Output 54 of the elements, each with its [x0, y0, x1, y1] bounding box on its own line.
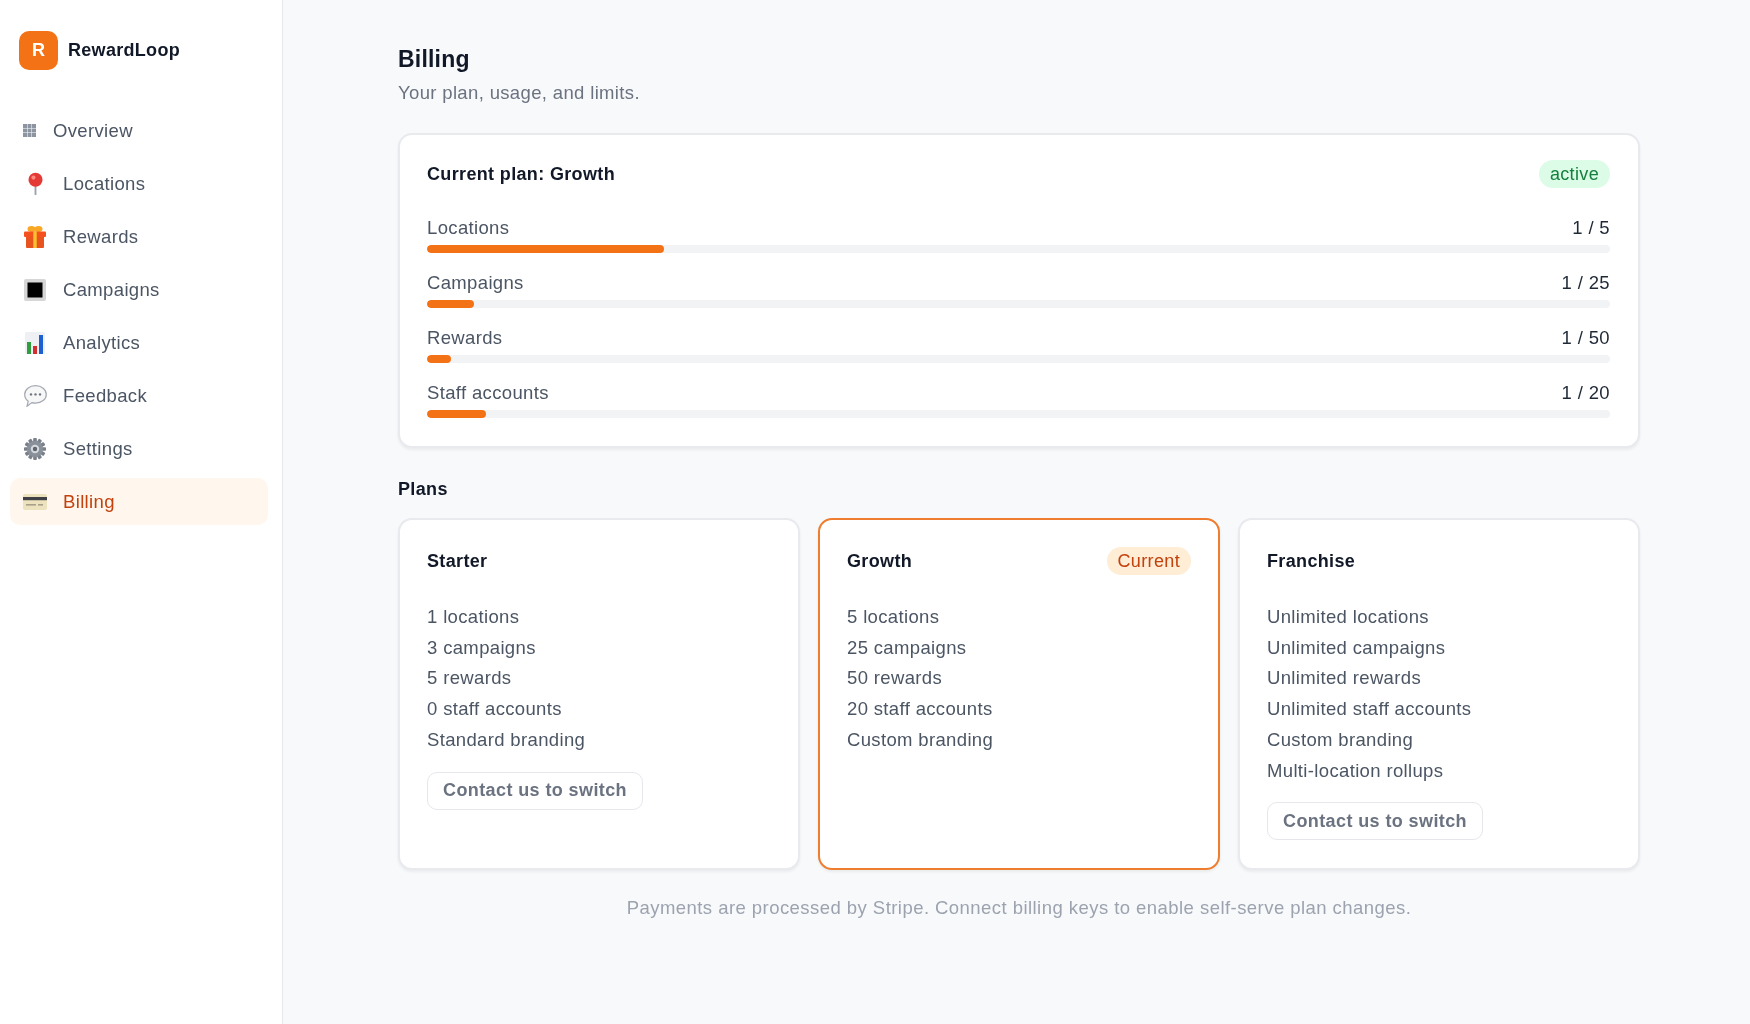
nav-item[interactable]: Overview [10, 107, 268, 154]
plan-name: Starter [427, 550, 488, 572]
usage-label: Locations [427, 216, 510, 240]
plan-feature: 50 rewards [847, 666, 942, 691]
plan-feature: 0 staff accounts [427, 697, 562, 722]
nav-item[interactable]: Locations [10, 160, 268, 207]
plan-feature: Multi-location rollups [1267, 758, 1444, 783]
current-badge: Current [1106, 547, 1191, 575]
usage-reading: 1 / 20 [1561, 381, 1610, 405]
pin-icon [27, 172, 43, 195]
plan-feature: Unlimited campaigns [1267, 635, 1446, 660]
page-title: Billing [398, 45, 470, 74]
contact-button[interactable]: Contact us to switch [1267, 802, 1483, 841]
usage-reading: 1 / 50 [1561, 326, 1610, 350]
plan-feature: Unlimited staff accounts [1267, 697, 1472, 722]
grid-icon [23, 124, 36, 137]
plan-feature: Custom branding [1267, 727, 1414, 752]
credit-card-icon [23, 493, 47, 510]
plan-feature: 3 campaigns [427, 635, 536, 660]
usage-reading: 1 / 5 [1572, 216, 1610, 240]
footer-note: Payments are processed by Stripe. Connect billing keys to enable self-serve plan changes. [626, 896, 1412, 921]
section-heading: Plans [398, 478, 448, 501]
nav-item[interactable]: Campaigns [10, 266, 268, 313]
plan-feature: 5 rewards [427, 666, 512, 691]
plan-name: Franchise [1267, 550, 1356, 572]
plan-feature: 1 locations [427, 605, 520, 629]
contact-button[interactable]: Contact us to switch [427, 771, 643, 810]
plan-feature: 25 campaigns [847, 635, 967, 660]
usage-label: Campaigns [427, 271, 524, 295]
gear-icon [24, 437, 46, 460]
speech-bubble-icon [23, 384, 47, 407]
card-title: Current plan: Growth [427, 163, 615, 185]
nav-item[interactable]: Rewards [10, 213, 268, 260]
plan-feature: Unlimited locations [1267, 605, 1429, 629]
nav-item[interactable]: Settings [10, 425, 268, 472]
page-subtitle: Your plan, usage, and limits. [398, 81, 640, 105]
bar-chart-icon [25, 331, 45, 354]
brand-name: RewardLoop [68, 40, 180, 61]
plan-name: Growth [847, 550, 913, 572]
square-icon [24, 278, 46, 301]
nav-item[interactable]: Billing [10, 478, 268, 525]
plan-feature: Custom branding [847, 727, 994, 752]
usage-label: Rewards [427, 326, 503, 350]
gift-icon [24, 225, 46, 248]
nav-item[interactable]: Feedback [10, 372, 268, 419]
status-badge: active [1538, 160, 1610, 188]
plan-feature: 5 locations [847, 605, 940, 629]
nav-item[interactable]: Analytics [10, 319, 268, 366]
plan-feature: 20 staff accounts [847, 697, 993, 722]
brand-logo: R [19, 31, 58, 70]
usage-label: Staff accounts [427, 381, 549, 405]
usage-reading: 1 / 25 [1561, 271, 1610, 295]
plan-feature: Standard branding [427, 727, 586, 752]
plan-feature: Unlimited rewards [1267, 666, 1421, 691]
